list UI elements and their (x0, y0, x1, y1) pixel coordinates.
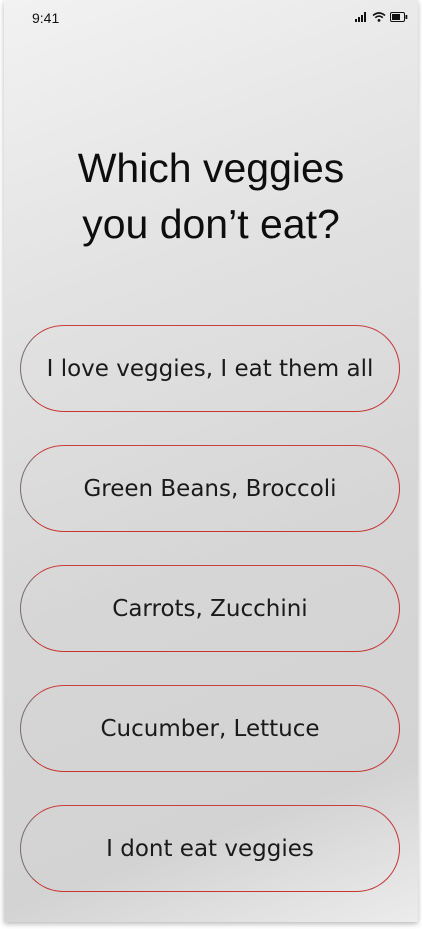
option-green-beans-broccoli-button[interactable]: Green Beans, Broccoli (20, 445, 400, 532)
option-label: I love veggies, I eat them all (46, 355, 374, 382)
answer-options: I love veggies, I eat them all Green Bea… (20, 325, 400, 922)
question-line-2: you don’t eat? (82, 201, 340, 247)
option-label: Green Beans, Broccoli (83, 475, 337, 502)
option-label: Carrots, Zucchini (112, 595, 308, 622)
question-heading: Which veggies you don’t eat? (4, 140, 418, 252)
status-icons (351, 9, 408, 23)
option-eat-all-button[interactable]: I love veggies, I eat them all (20, 325, 400, 412)
cellular-signal-icon (355, 7, 368, 26)
option-label: I dont eat veggies (106, 835, 314, 862)
wifi-icon (372, 7, 386, 26)
status-time: 9:41 (32, 10, 60, 26)
phone-screen: 9:41 Which veggies you don’t eat? I love… (4, 0, 418, 922)
option-cucumber-lettuce-button[interactable]: Cucumber, Lettuce (20, 685, 400, 772)
question-line-1: Which veggies (77, 145, 345, 191)
option-no-veggies-button[interactable]: I dont eat veggies (20, 805, 400, 892)
option-carrots-zucchini-button[interactable]: Carrots, Zucchini (20, 565, 400, 652)
option-label: Cucumber, Lettuce (100, 715, 320, 742)
status-bar: 9:41 (4, 0, 418, 36)
battery-icon (390, 7, 408, 26)
